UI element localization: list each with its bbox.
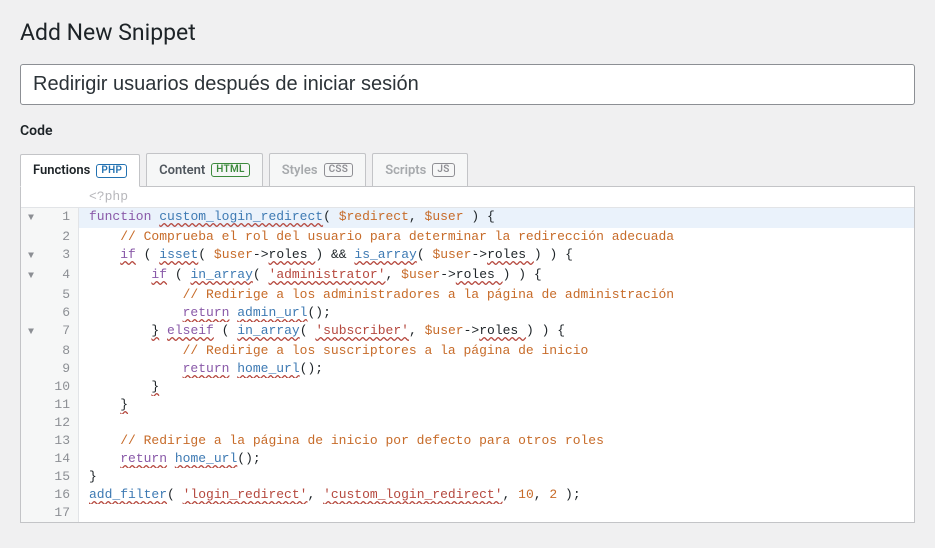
fold-toggle-icon — [21, 486, 41, 504]
code-content[interactable]: return admin_url(); — [79, 304, 914, 322]
fold-toggle-icon — [21, 414, 41, 432]
code-content[interactable]: add_filter( 'login_redirect', 'custom_lo… — [79, 486, 914, 504]
line-number: 2 — [41, 228, 79, 246]
line-number: 10 — [41, 378, 79, 396]
tab-badge: JS — [432, 163, 454, 177]
code-content[interactable] — [79, 414, 914, 432]
code-content[interactable]: return home_url(); — [79, 450, 914, 468]
line-number: 1 — [41, 208, 79, 228]
code-line[interactable]: 8 // Redirige a los suscriptores a la pá… — [21, 342, 914, 360]
code-content[interactable]: // Redirige a los suscriptores a la pági… — [79, 342, 914, 360]
line-number: 7 — [41, 322, 79, 342]
code-line[interactable]: 9 return home_url(); — [21, 360, 914, 378]
code-line[interactable]: 13 // Redirige a la página de inicio por… — [21, 432, 914, 450]
code-line[interactable]: 6 return admin_url(); — [21, 304, 914, 322]
tab-label: Functions — [33, 163, 90, 178]
code-line[interactable]: ▼4 if ( in_array( 'administrator', $user… — [21, 266, 914, 286]
tab-content[interactable]: Content HTML — [146, 153, 263, 186]
line-number: 16 — [41, 486, 79, 504]
code-line[interactable]: ▼7 } elseif ( in_array( 'subscriber', $u… — [21, 322, 914, 342]
line-number: 15 — [41, 468, 79, 486]
tab-label: Scripts — [385, 163, 426, 178]
tab-badge: CSS — [324, 163, 354, 177]
fold-toggle-icon — [21, 396, 41, 414]
code-content[interactable] — [79, 504, 914, 522]
code-content[interactable]: function custom_login_redirect( $redirec… — [79, 208, 914, 228]
line-number: 11 — [41, 396, 79, 414]
line-number: 17 — [41, 504, 79, 522]
code-content[interactable]: // Redirige a la página de inicio por de… — [79, 432, 914, 450]
code-content[interactable]: // Comprueba el rol del usuario para det… — [79, 228, 914, 246]
line-number: 8 — [41, 342, 79, 360]
code-content[interactable]: if ( isset( $user->roles ) && is_array( … — [79, 246, 914, 266]
code-type-tabs: Functions PHP Content HTML Styles CSS Scripts J… — [20, 153, 915, 186]
fold-toggle-icon — [21, 432, 41, 450]
code-line[interactable]: ▼3 if ( isset( $user->roles ) && is_arra… — [21, 246, 914, 266]
fold-toggle-icon — [21, 304, 41, 322]
fold-toggle-icon — [21, 468, 41, 486]
fold-toggle-icon — [21, 360, 41, 378]
tab-label: Styles — [282, 163, 318, 178]
tab-scripts: Scripts JS — [372, 153, 467, 186]
php-open-tag: <?php — [21, 187, 914, 208]
fold-toggle-icon[interactable]: ▼ — [21, 208, 41, 228]
fold-toggle-icon — [21, 504, 41, 522]
fold-toggle-icon — [21, 342, 41, 360]
fold-toggle-icon — [21, 286, 41, 304]
code-editor[interactable]: <?php ▼1function custom_login_redirect( … — [20, 186, 915, 523]
code-content[interactable]: } — [79, 378, 914, 396]
snippet-title-input[interactable] — [20, 64, 915, 105]
code-content[interactable]: } — [79, 396, 914, 414]
line-number: 3 — [41, 246, 79, 266]
line-number: 9 — [41, 360, 79, 378]
code-content[interactable]: } — [79, 468, 914, 486]
code-content[interactable]: } elseif ( in_array( 'subscriber', $user… — [79, 322, 914, 342]
code-line[interactable]: 12 — [21, 414, 914, 432]
tab-label: Content — [159, 163, 205, 178]
fold-toggle-icon — [21, 378, 41, 396]
line-number: 12 — [41, 414, 79, 432]
fold-toggle-icon[interactable]: ▼ — [21, 322, 41, 342]
tab-badge: PHP — [96, 164, 127, 178]
fold-toggle-icon — [21, 450, 41, 468]
code-content[interactable]: return home_url(); — [79, 360, 914, 378]
code-line[interactable]: ▼1function custom_login_redirect( $redir… — [21, 208, 914, 228]
line-number: 13 — [41, 432, 79, 450]
fold-toggle-icon[interactable]: ▼ — [21, 266, 41, 286]
code-content[interactable]: if ( in_array( 'administrator', $user->r… — [79, 266, 914, 286]
code-line[interactable]: 17 — [21, 504, 914, 522]
code-line[interactable]: 5 // Redirige a los administradores a la… — [21, 286, 914, 304]
line-number: 5 — [41, 286, 79, 304]
tab-badge: HTML — [211, 163, 249, 177]
line-number: 6 — [41, 304, 79, 322]
code-line[interactable]: 15} — [21, 468, 914, 486]
line-number: 4 — [41, 266, 79, 286]
tab-functions[interactable]: Functions PHP — [20, 154, 140, 187]
fold-toggle-icon — [21, 228, 41, 246]
code-content[interactable]: // Redirige a los administradores a la p… — [79, 286, 914, 304]
fold-toggle-icon[interactable]: ▼ — [21, 246, 41, 266]
line-number: 14 — [41, 450, 79, 468]
code-line[interactable]: 16add_filter( 'login_redirect', 'custom_… — [21, 486, 914, 504]
code-line[interactable]: 10 } — [21, 378, 914, 396]
code-line[interactable]: 2 // Comprueba el rol del usuario para d… — [21, 228, 914, 246]
code-section-heading: Code — [20, 123, 915, 139]
code-line[interactable]: 14 return home_url(); — [21, 450, 914, 468]
code-line[interactable]: 11 } — [21, 396, 914, 414]
tab-styles: Styles CSS — [269, 153, 366, 186]
page-title: Add New Snippet — [20, 10, 915, 50]
